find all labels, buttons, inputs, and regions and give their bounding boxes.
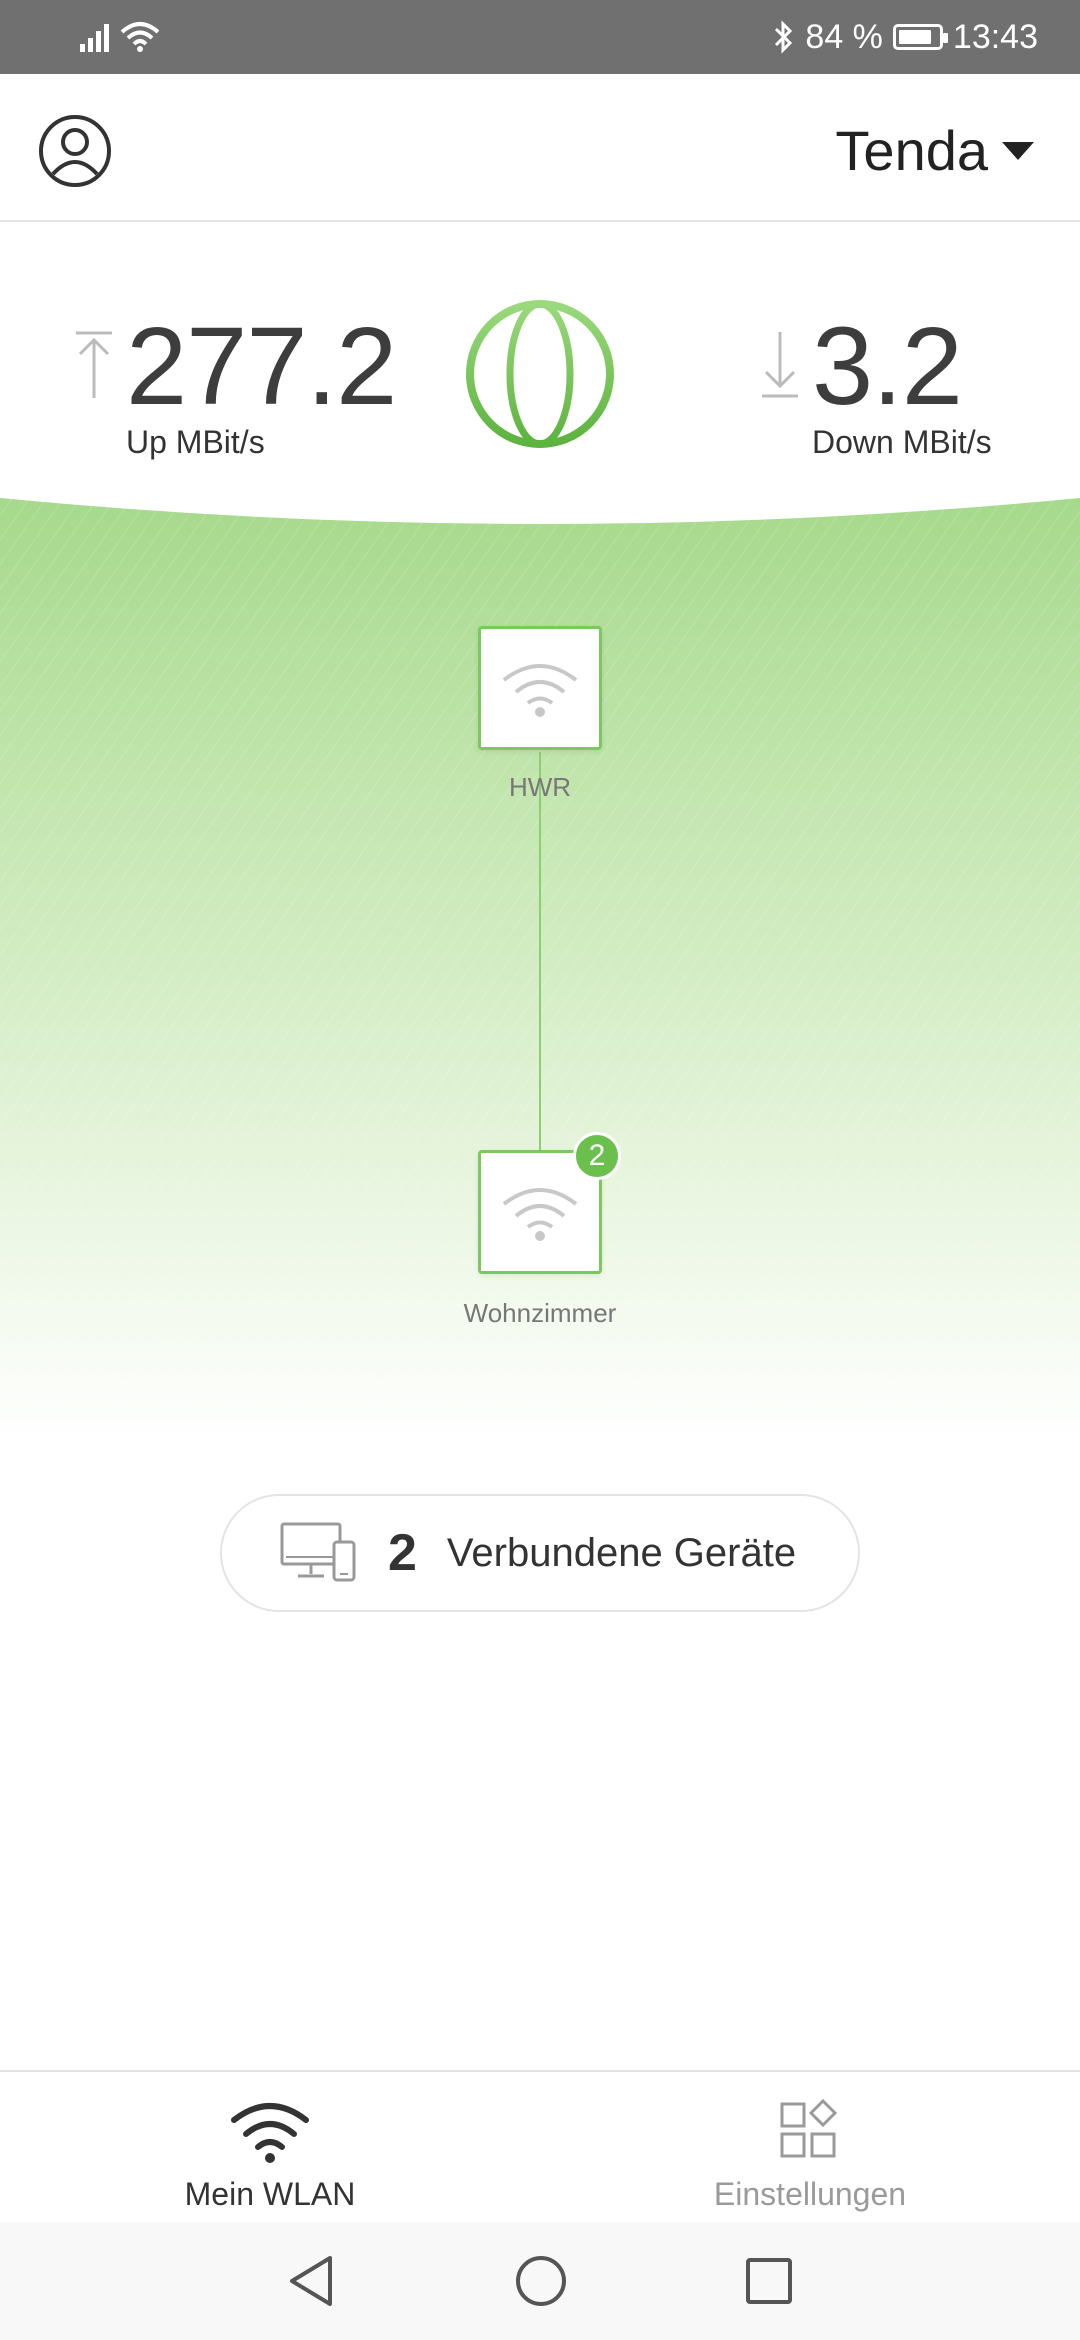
recents-icon[interactable] (744, 2256, 794, 2306)
devices-icon (280, 1522, 356, 1582)
app-header: Tenda (0, 74, 1080, 222)
connection-line (539, 752, 541, 1152)
node-label-wohnzimmer: Wohnzimmer (463, 1298, 617, 1328)
bluetooth-icon (775, 20, 793, 54)
user-account-icon[interactable] (38, 114, 112, 188)
tab-mein-wlan[interactable]: Mein WLAN (0, 2072, 540, 2222)
connected-devices-label: Verbundene Geräte (446, 1530, 797, 1575)
upload-speed-label: Up MBit/s (126, 424, 265, 460)
network-selector[interactable]: Tenda (835, 118, 988, 183)
upload-arrow-icon (76, 331, 112, 398)
wifi-icon (231, 2103, 309, 2163)
connected-devices-count: 2 (388, 1524, 417, 1582)
node-label-hwr: HWR (508, 772, 572, 802)
wifi-icon (502, 664, 578, 717)
tab-einstellungen[interactable]: Einstellungen (540, 2072, 1080, 2222)
tab-label-einstellungen: Einstellungen (713, 2176, 907, 2212)
connected-devices-button[interactable]: 2 Verbundene Geräte (220, 1494, 860, 1612)
battery-icon (892, 24, 948, 50)
status-bar: 84 % 13:43 (0, 0, 1080, 74)
bottom-tab-bar: Mein WLAN Einstellungen (0, 2070, 1080, 2222)
upload-speed-value: 277.2 (126, 305, 397, 428)
globe-internet-icon[interactable] (464, 298, 616, 450)
download-speed-label: Down MBit/s (812, 424, 992, 460)
cell-signal-wifi-icon (80, 22, 160, 52)
back-icon[interactable] (286, 2254, 336, 2308)
download-arrow-icon (762, 332, 798, 398)
home-icon[interactable] (514, 2254, 568, 2308)
tab-label-mein-wlan: Mein WLAN (184, 2176, 356, 2212)
clock: 13:43 (952, 17, 1038, 56)
download-speed-value: 3.2 (812, 305, 963, 428)
battery-percent: 84 % (805, 17, 883, 56)
node-device-count-badge: 2 (573, 1132, 621, 1180)
grid-settings-icon (780, 2098, 838, 2158)
system-nav-bar (0, 2222, 1080, 2340)
node-hwr[interactable] (478, 626, 602, 750)
status-right: 84 % 13:43 (773, 14, 1038, 60)
chevron-down-icon[interactable] (1002, 142, 1034, 160)
wifi-icon (502, 1188, 578, 1241)
